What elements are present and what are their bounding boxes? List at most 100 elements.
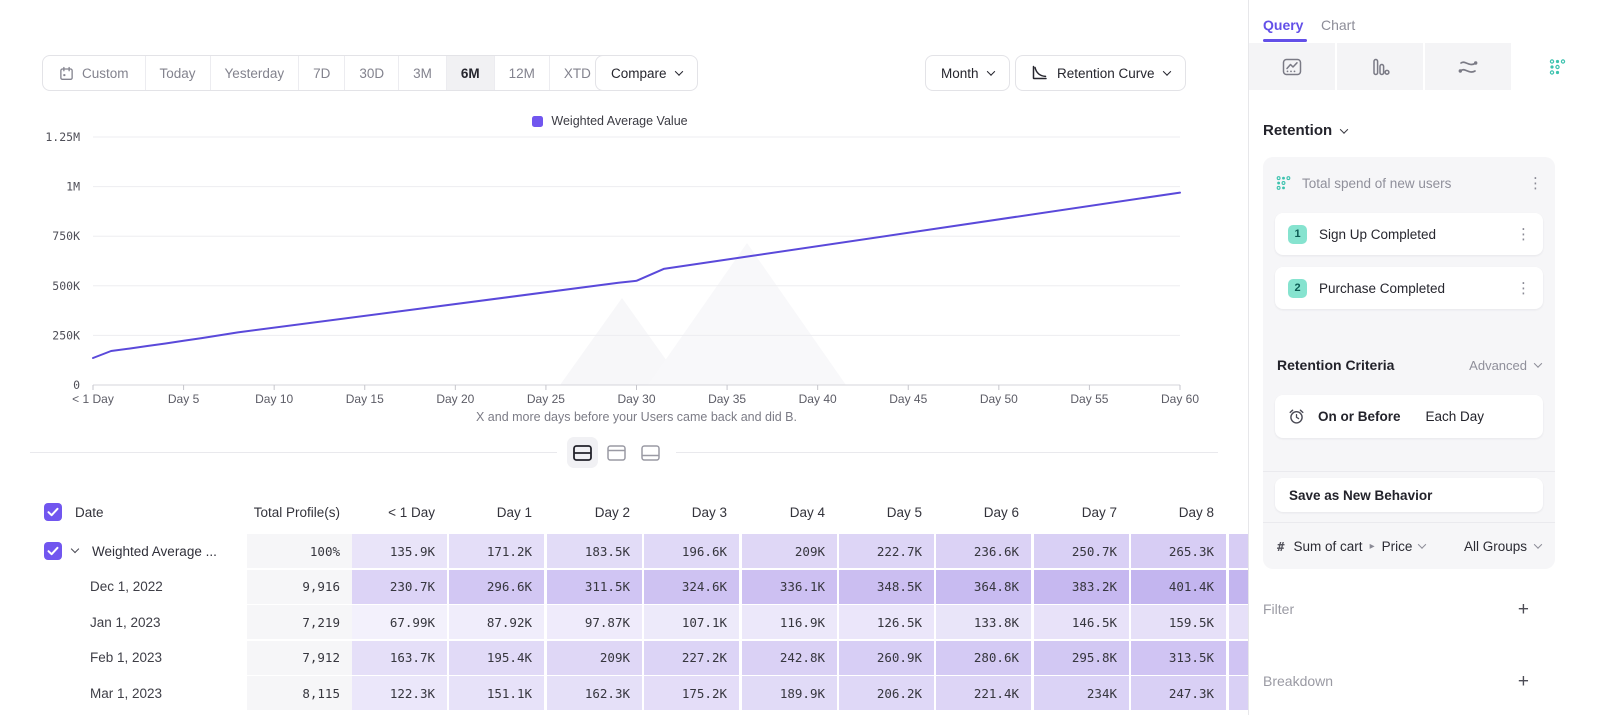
retention-value-cell: 163.7K [352,641,447,675]
retention-value-cell-partial [1229,605,1248,639]
row-checkbox[interactable] [44,542,62,560]
select-all-checkbox[interactable] [44,503,62,521]
retention-value-cell: 122.3K [352,676,447,710]
step-card-1[interactable]: 1 Sign Up Completed ⋮ [1275,213,1543,255]
measurement-property: Sum of cart [1294,539,1363,554]
behavior-panel: Total spend of new users ⋮ 1 Sign Up Com… [1263,157,1555,569]
kebab-menu-icon[interactable]: ⋮ [1516,281,1531,296]
x-axis-tick-label: Day 30 [617,392,655,406]
total-profiles-cell: 9,916 [247,570,352,604]
step-card-2[interactable]: 2 Purchase Completed ⋮ [1275,267,1543,309]
retention-value-cell: 151.1K [449,676,544,710]
total-profiles-cell: 100% [247,534,352,568]
retention-value-cell: 383.2K [1034,570,1129,604]
retention-value-cell: 209K [547,641,642,675]
column-header-day-7: Day 7 [1034,496,1129,528]
number-property-icon: # [1277,539,1285,554]
retention-value-cell: 162.3K [547,676,642,710]
panel-divider [1263,522,1555,523]
retention-value-cell: 260.9K [839,641,934,675]
insights-report-tab[interactable] [1249,43,1337,90]
advanced-dropdown[interactable]: Advanced [1469,358,1541,373]
retention-value-cell: 324.6K [644,570,739,604]
retention-value-cell: 107.1K [644,605,739,639]
header-top-view-icon [606,444,627,462]
x-axis-tick-label: Day 45 [889,392,927,406]
x-axis-tick-label: Day 10 [255,392,293,406]
measurement-property-dropdown[interactable]: Sum of cart ▸ Price [1294,539,1455,554]
retention-value-cell: 133.8K [936,605,1031,639]
view-toggle-split-rows-view[interactable] [567,437,598,468]
tab-query[interactable]: Query [1263,10,1303,40]
chart-caption: X and more days before your Users came b… [93,410,1180,424]
save-as-new-behavior-button[interactable]: Save as New Behavior [1275,478,1543,512]
retention-value-cell: 265.3K [1131,534,1226,568]
y-axis-tick-label: 500K [52,279,80,293]
y-axis-tick-label: 250K [52,328,80,342]
funnels-report-tab[interactable] [1337,43,1425,90]
retention-icon [1275,175,1292,191]
x-axis-tick-label: Day 50 [980,392,1018,406]
retention-value-cell: 67.99K [352,605,447,639]
retention-value-cell: 195.4K [449,641,544,675]
save-as-new-behavior-label: Save as New Behavior [1289,488,1432,503]
retention-value-cell: 313.5K [1131,641,1226,675]
retention-value-cell: 401.4K [1131,570,1226,604]
footer-bottom-view-icon [640,444,661,462]
tab-chart-label: Chart [1321,17,1355,33]
triangle-right-icon: ▸ [1370,541,1375,552]
retention-value-cell: 280.6K [936,641,1031,675]
group-dropdown[interactable]: All Groups [1464,539,1541,554]
retention-value-cell-partial [1229,676,1248,710]
view-toggle-header-top-view[interactable] [601,437,632,468]
retention-value-cell: 206.2K [839,676,934,710]
retention-value-cell: 126.5K [839,605,934,639]
retention-section-heading[interactable]: Retention [1263,122,1347,139]
y-axis-tick-label: 0 [73,378,80,392]
retention-icon [1548,58,1567,76]
retention-value-cell: 234K [1034,676,1129,710]
column-header--1-day: < 1 Day [352,496,447,528]
chevron-down-icon [1340,125,1348,133]
view-toggle-footer-bottom-view[interactable] [635,437,666,468]
retention-value-cell: 87.92K [449,605,544,639]
split-rows-view-icon [572,444,593,462]
kebab-menu-icon[interactable]: ⋮ [1528,176,1543,191]
retention-value-cell: 250.7K [1034,534,1129,568]
add-filter-button[interactable]: + [1518,600,1529,619]
retention-criteria-title: Retention Criteria [1277,357,1469,373]
retention-value-cell-partial [1229,534,1248,568]
retention-value-cell: 364.8K [936,570,1031,604]
retention-curve-chart: 1.25M1M750K500K250K0< 1 DayDay 5Day 10Da… [0,0,1248,460]
x-axis-tick-label: Day 5 [168,392,200,406]
criteria-condition-card[interactable]: On or Before Each Day [1275,395,1543,438]
retention-value-cell: 336.1K [742,570,837,604]
row-date-label: Jan 1, 2023 [90,615,161,630]
retention-value-cell: 348.5K [839,570,934,604]
retention-value-cell: 159.5K [1131,605,1226,639]
retention-report-tab[interactable] [1513,43,1600,90]
row-date-cell: Weighted Average ... [92,534,242,568]
behavior-header: Total spend of new users ⋮ [1275,169,1543,197]
row-date-cell: Dec 1, 2022 [90,570,240,604]
retention-value-cell: 175.2K [644,676,739,710]
chevron-down-icon [1418,540,1426,548]
tab-chart[interactable]: Chart [1321,10,1355,40]
retention-value-cell: 247.3K [1131,676,1226,710]
x-axis-tick-label: < 1 Day [72,392,114,406]
active-tab-underline [1263,39,1307,42]
column-header-day-5: Day 5 [839,496,934,528]
chevron-down-icon [1534,359,1542,367]
expand-chevron-icon[interactable] [71,545,79,553]
flows-report-tab[interactable] [1425,43,1513,90]
panel-divider [1263,471,1555,472]
retention-section-title: Retention [1263,122,1332,139]
column-header-day-1: Day 1 [449,496,544,528]
kebab-menu-icon[interactable]: ⋮ [1516,227,1531,242]
flows-icon [1457,58,1479,76]
breakdown-label: Breakdown [1263,673,1518,689]
retention-value-cell: 97.87K [547,605,642,639]
retention-value-cell: 222.7K [839,534,934,568]
add-breakdown-button[interactable]: + [1518,672,1529,691]
filter-label: Filter [1263,601,1518,617]
